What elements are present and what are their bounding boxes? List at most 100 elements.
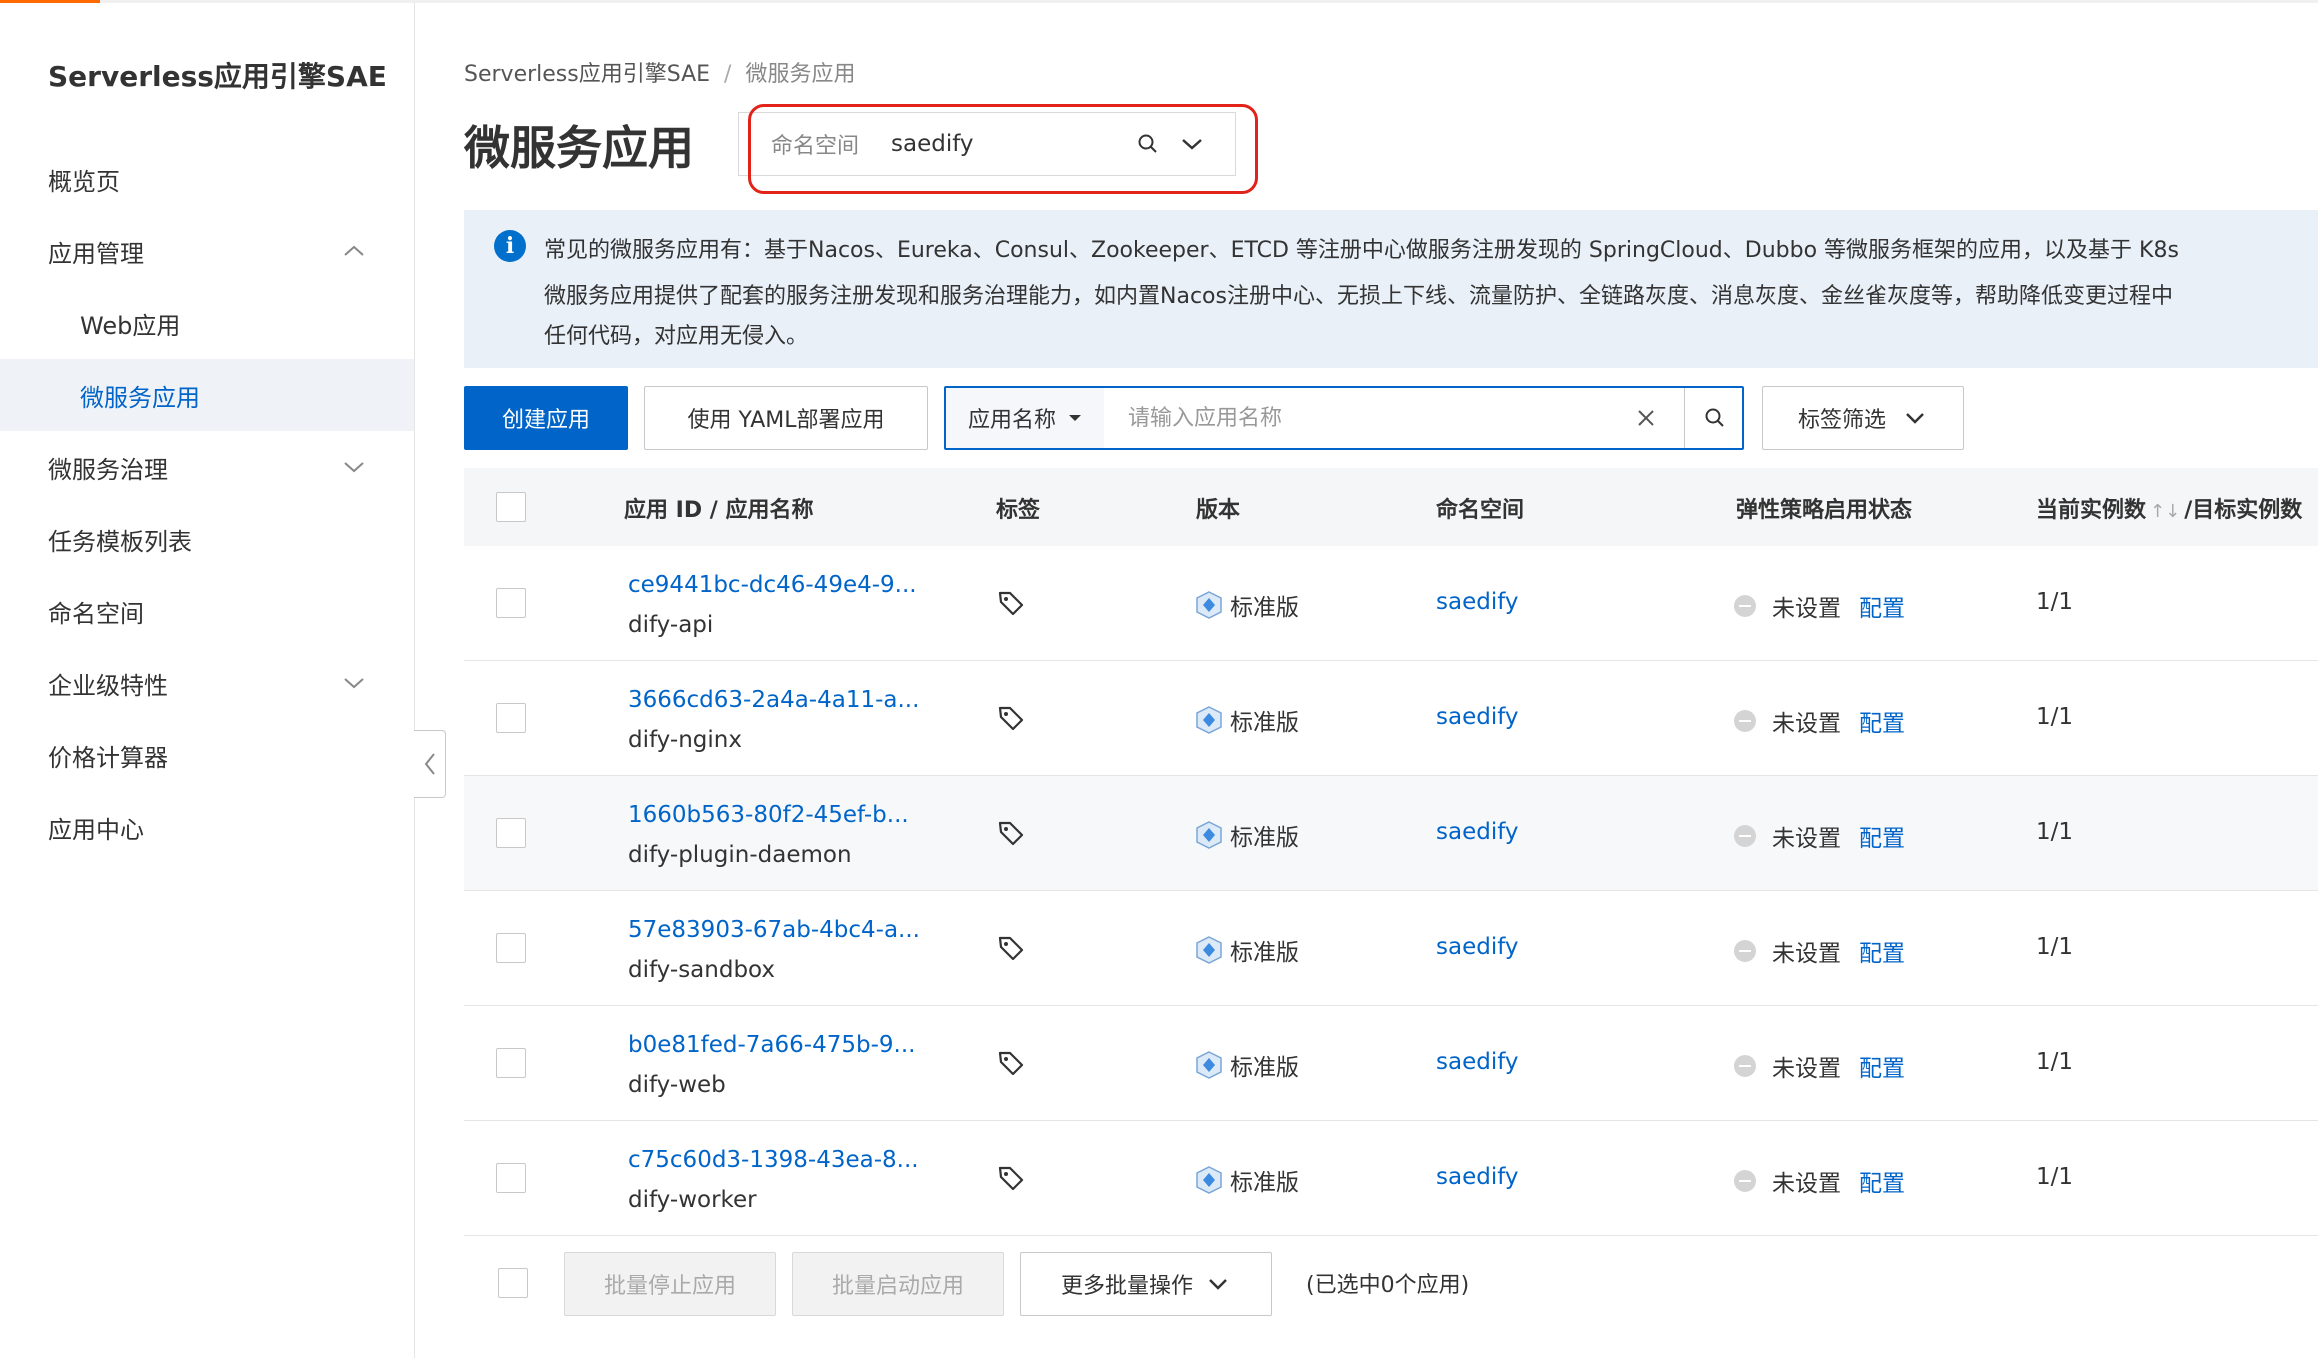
search-icon [1705,408,1724,427]
scaling-status-text: 未设置 [1772,711,1841,737]
sidebar-item-label: 微服务治理 [48,455,168,484]
configure-link[interactable]: 配置 [1859,934,1905,968]
search-button[interactable] [1684,388,1744,448]
more-batch-actions-button[interactable]: 更多批量操作 [1020,1252,1272,1316]
notice-line-3: 任何代码，对应用无侵入。 [544,324,809,349]
scaling-status-text: 未设置 [1772,1171,1841,1197]
tag-icon[interactable] [996,1048,1026,1078]
footer-select-all-checkbox[interactable] [498,1268,528,1298]
instance-count: 1/1 [2036,704,2074,730]
row-checkbox[interactable] [496,1163,526,1193]
standard-edition-icon [1196,821,1222,849]
sidebar-item-microservice-apps[interactable]: 微服务应用 [0,359,414,431]
app-id-link[interactable]: 3666cd63-2a4a-4a11-a... [628,687,919,713]
namespace-link[interactable]: saedify [1436,1164,1519,1190]
instance-count: 1/1 [2036,1049,2074,1075]
version-cell: 标准版 [1194,703,1299,737]
version-label: 标准版 [1230,595,1299,621]
tag-icon[interactable] [996,1163,1026,1193]
sidebar-item-app-center[interactable]: 应用中心 [0,791,414,863]
chevron-up-icon [344,245,364,256]
configure-link[interactable]: 配置 [1859,1164,1905,1198]
scaling-status: 未设置 配置 [1734,704,1905,738]
column-header-tags: 标签 [996,498,1041,523]
row-checkbox[interactable] [496,933,526,963]
sidebar: Serverless应用引擎SAE 概览页 应用管理 Web应用 微服务应用 微… [0,3,415,1358]
create-app-button[interactable]: 创建应用 [464,386,628,450]
app-id-link[interactable]: 57e83903-67ab-4bc4-a... [628,917,920,943]
row-checkbox[interactable] [496,1048,526,1078]
app-id-link[interactable]: ce9441bc-dc46-49e4-9... [628,572,917,598]
chevron-down-icon [344,678,364,689]
search-type-select[interactable]: 应用名称 [946,388,1104,448]
namespace-link[interactable]: saedify [1436,589,1519,615]
namespace-link[interactable]: saedify [1436,934,1519,960]
table-header: 应用 ID / 应用名称 标签 版本 命名空间 弹性策略启用状态 当前实例数 ↑↓… [464,468,2318,546]
sidebar-item-label: 企业级特性 [48,671,168,700]
breadcrumb-separator: / [724,62,732,87]
version-cell: 标准版 [1194,818,1299,852]
tag-icon[interactable] [996,933,1026,963]
table-row: 57e83903-67ab-4bc4-a... dify-sandbox 标准版 sa… [464,891,2318,1006]
configure-link[interactable]: 配置 [1859,589,1905,623]
app-id-link[interactable]: c75c60d3-1398-43ea-8... [628,1147,919,1173]
tag-icon[interactable] [996,703,1026,733]
tag-filter-button[interactable]: 标签筛选 [1762,386,1964,450]
sidebar-item-job-templates[interactable]: 任务模板列表 [0,503,414,575]
app-id-link[interactable]: 1660b563-80f2-45ef-b... [628,802,909,828]
breadcrumb-current: 微服务应用 [745,62,856,87]
instance-count: 1/1 [2036,589,2074,615]
clear-icon[interactable] [1632,404,1660,432]
sidebar-item-enterprise-features[interactable]: 企业级特性 [0,647,414,719]
sidebar-item-app-management[interactable]: 应用管理 [0,215,414,287]
version-label: 标准版 [1230,710,1299,736]
yaml-deploy-button[interactable]: 使用 YAML部署应用 [644,386,928,450]
namespace-link[interactable]: saedify [1436,704,1519,730]
configure-link[interactable]: 配置 [1859,704,1905,738]
selected-count-text: (已选中0个应用) [1306,1273,1470,1298]
sort-icon[interactable]: ↑↓ [2150,501,2180,522]
sidebar-item-microservice-governance[interactable]: 微服务治理 [0,431,414,503]
column-header-version: 版本 [1196,498,1241,523]
status-disabled-icon [1734,1170,1756,1192]
app-name-search-input[interactable] [1114,388,1624,448]
column-header-app: 应用 ID / 应用名称 [624,498,814,523]
sidebar-item-overview[interactable]: 概览页 [0,143,414,215]
version-label: 标准版 [1230,1055,1299,1081]
configure-link[interactable]: 配置 [1859,819,1905,853]
standard-edition-icon [1196,1166,1222,1194]
instance-count: 1/1 [2036,819,2074,845]
column-header-namespace: 命名空间 [1436,498,1525,523]
table-row: ce9441bc-dc46-49e4-9... dify-api 标准版 saedif… [464,546,2318,661]
row-checkbox[interactable] [496,588,526,618]
namespace-link[interactable]: saedify [1436,1049,1519,1075]
version-label: 标准版 [1230,940,1299,966]
sidebar-item-web-apps[interactable]: Web应用 [0,287,414,359]
chevron-left-icon [424,753,435,775]
chevron-down-icon [1209,1279,1227,1290]
column-header-instances-label: 当前实例数 [2036,498,2147,523]
row-checkbox[interactable] [496,703,526,733]
standard-edition-icon [1196,591,1222,619]
breadcrumb-root-link[interactable]: Serverless应用引擎SAE [464,62,710,87]
tag-filter-label: 标签筛选 [1797,408,1886,433]
sidebar-item-price-calculator[interactable]: 价格计算器 [0,719,414,791]
configure-link[interactable]: 配置 [1859,1049,1905,1083]
table-row: 3666cd63-2a4a-4a11-a... dify-nginx 标准版 saed… [464,661,2318,776]
sidebar-collapse-button[interactable] [414,730,446,798]
namespace-link[interactable]: saedify [1436,819,1519,845]
app-id-link[interactable]: b0e81fed-7a66-475b-9... [628,1032,915,1058]
tag-icon[interactable] [996,588,1026,618]
sidebar-title: Serverless应用引擎SAE [48,60,387,93]
sidebar-item-label: 应用管理 [48,239,144,268]
instance-count: 1/1 [2036,934,2074,960]
caret-down-icon [1069,415,1082,421]
standard-edition-icon [1196,706,1222,734]
sidebar-item-namespaces[interactable]: 命名空间 [0,575,414,647]
select-all-checkbox[interactable] [496,492,526,522]
row-checkbox[interactable] [496,818,526,848]
batch-stop-button[interactable]: 批量停止应用 [564,1252,776,1316]
batch-start-button[interactable]: 批量启动应用 [792,1252,1004,1316]
table-row: c75c60d3-1398-43ea-8... dify-worker 标准版 sae… [464,1121,2318,1236]
tag-icon[interactable] [996,818,1026,848]
